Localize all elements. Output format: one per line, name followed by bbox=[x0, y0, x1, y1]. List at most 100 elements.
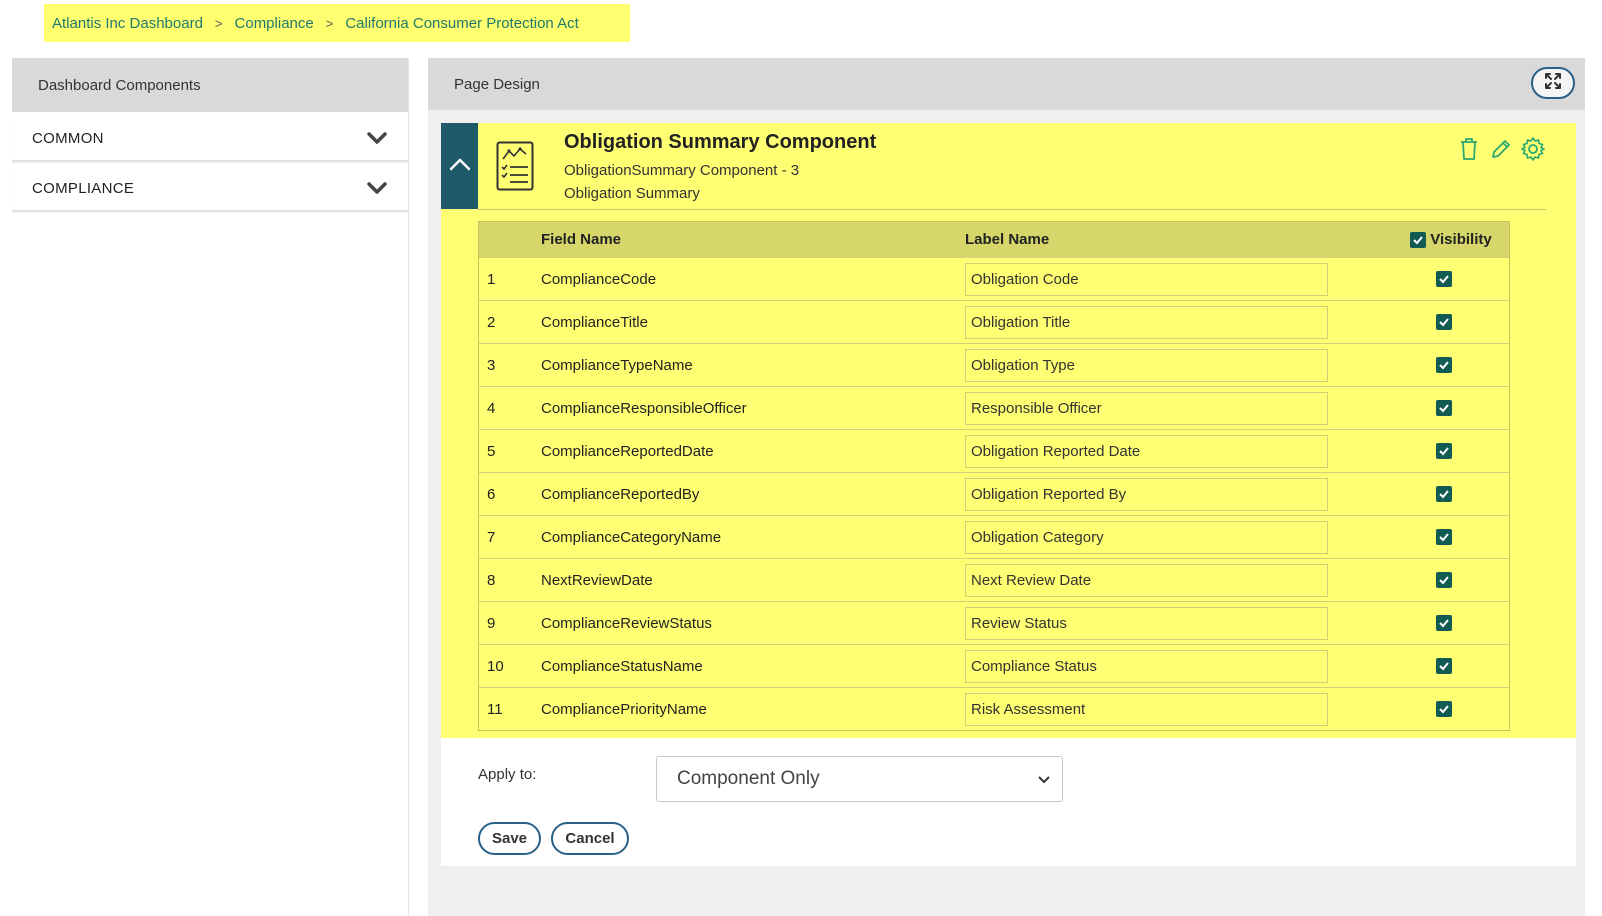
field-grid: Field Name Label Name Visibility 1 Compli… bbox=[478, 221, 1510, 731]
sidebar-item-label: COMPLIANCE bbox=[32, 179, 135, 197]
row-number: 6 bbox=[487, 485, 496, 503]
expand-icon bbox=[1544, 72, 1562, 94]
label-cell bbox=[965, 477, 1329, 511]
field-name: ComplianceResponsibleOfficer bbox=[541, 399, 747, 417]
visibility-checkbox[interactable] bbox=[1436, 615, 1452, 631]
label-name-input[interactable] bbox=[965, 262, 1328, 296]
field-name: ComplianceReportedDate bbox=[541, 442, 714, 460]
visibility-checkbox[interactable] bbox=[1436, 701, 1452, 717]
component-description: Obligation Summary bbox=[564, 185, 700, 202]
label-name-input[interactable] bbox=[965, 606, 1328, 640]
table-row: 10 ComplianceStatusName bbox=[479, 644, 1509, 687]
label-name-input[interactable] bbox=[965, 434, 1328, 468]
field-name: ComplianceTitle bbox=[541, 313, 648, 331]
header-visibility: Visibility bbox=[1329, 231, 1509, 248]
gear-icon[interactable] bbox=[1520, 135, 1546, 163]
table-row: 7 ComplianceCategoryName bbox=[479, 515, 1509, 558]
visibility-cell bbox=[1329, 271, 1509, 287]
visibility-checkbox[interactable] bbox=[1436, 658, 1452, 674]
visibility-checkbox[interactable] bbox=[1436, 400, 1452, 416]
visibility-checkbox[interactable] bbox=[1436, 271, 1452, 287]
visibility-header-label: Visibility bbox=[1430, 231, 1492, 248]
visibility-cell bbox=[1329, 701, 1509, 717]
visibility-checkbox[interactable] bbox=[1436, 486, 1452, 502]
pencil-icon[interactable] bbox=[1488, 135, 1514, 163]
trash-icon[interactable] bbox=[1456, 135, 1482, 163]
visibility-cell bbox=[1329, 443, 1509, 459]
apply-to-select[interactable]: Component Only bbox=[656, 756, 1063, 802]
collapse-button[interactable] bbox=[441, 123, 478, 209]
label-name-input[interactable] bbox=[965, 391, 1328, 425]
label-cell bbox=[965, 305, 1329, 339]
visibility-cell bbox=[1329, 658, 1509, 674]
obligation-summary-component: Obligation Summary Component ObligationS… bbox=[441, 123, 1576, 738]
breadcrumb-separator: > bbox=[325, 15, 334, 31]
visibility-cell bbox=[1329, 400, 1509, 416]
apply-to-label: Apply to: bbox=[478, 766, 537, 783]
page-title: Page Design bbox=[454, 75, 540, 93]
visibility-checkbox[interactable] bbox=[1436, 314, 1452, 330]
label-cell bbox=[965, 391, 1329, 425]
chart-list-icon bbox=[496, 141, 534, 191]
breadcrumb: Atlantis Inc Dashboard > Compliance > Ca… bbox=[44, 4, 630, 42]
visibility-cell bbox=[1329, 615, 1509, 631]
breadcrumb-compliance-link[interactable]: Compliance bbox=[235, 15, 314, 32]
label-name-input[interactable] bbox=[965, 563, 1328, 597]
visibility-checkbox[interactable] bbox=[1436, 572, 1452, 588]
table-row: 8 NextReviewDate bbox=[479, 558, 1509, 601]
chevron-down-icon[interactable] bbox=[366, 177, 388, 199]
visibility-checkbox[interactable] bbox=[1436, 443, 1452, 459]
table-row: 11 CompliancePriorityName bbox=[479, 687, 1509, 730]
page-design-panel: Page Design Obligation Summary Component… bbox=[428, 58, 1585, 916]
label-name-input[interactable] bbox=[965, 477, 1328, 511]
cancel-button[interactable]: Cancel bbox=[551, 822, 629, 855]
label-name-input[interactable] bbox=[965, 692, 1328, 726]
header-field-name: Field Name bbox=[541, 231, 622, 248]
chevron-down-icon[interactable] bbox=[366, 127, 388, 149]
component-title: Obligation Summary Component bbox=[564, 131, 877, 153]
label-cell bbox=[965, 520, 1329, 554]
row-number: 10 bbox=[487, 657, 504, 675]
table-row: 6 ComplianceReportedBy bbox=[479, 472, 1509, 515]
visibility-all-checkbox[interactable] bbox=[1410, 231, 1427, 248]
table-row: 9 ComplianceReviewStatus bbox=[479, 601, 1509, 644]
label-cell bbox=[965, 348, 1329, 382]
save-button[interactable]: Save bbox=[478, 822, 541, 855]
field-name: ComplianceReviewStatus bbox=[541, 614, 712, 632]
visibility-cell bbox=[1329, 486, 1509, 502]
page-design-header: Page Design bbox=[428, 58, 1585, 110]
row-number: 2 bbox=[487, 313, 496, 331]
field-name: NextReviewDate bbox=[541, 571, 653, 589]
label-name-input[interactable] bbox=[965, 348, 1328, 382]
visibility-checkbox[interactable] bbox=[1436, 357, 1452, 373]
header-label-name: Label Name bbox=[965, 231, 1050, 248]
label-cell bbox=[965, 563, 1329, 597]
visibility-cell bbox=[1329, 529, 1509, 545]
row-number: 8 bbox=[487, 571, 496, 589]
row-number: 7 bbox=[487, 528, 496, 546]
field-name: ComplianceCategoryName bbox=[541, 528, 722, 546]
visibility-cell bbox=[1329, 314, 1509, 330]
expand-button[interactable] bbox=[1531, 67, 1575, 99]
row-number: 11 bbox=[487, 700, 503, 718]
component-divider bbox=[478, 209, 1546, 210]
sidebar-item-common[interactable]: COMMON bbox=[12, 116, 408, 162]
sidebar-item-compliance[interactable]: COMPLIANCE bbox=[12, 166, 408, 212]
field-name: ComplianceTypeName bbox=[541, 356, 693, 374]
sidebar-item-label: COMMON bbox=[32, 129, 104, 147]
breadcrumb-current-page[interactable]: California Consumer Protection Act bbox=[345, 15, 578, 32]
table-row: 3 ComplianceTypeName bbox=[479, 343, 1509, 386]
dashboard-components-sidebar: Dashboard Components COMMON COMPLIANCE bbox=[12, 58, 409, 916]
row-number: 9 bbox=[487, 614, 496, 632]
table-row: 1 ComplianceCode bbox=[479, 257, 1509, 300]
field-name: ComplianceCode bbox=[541, 270, 657, 288]
row-number: 4 bbox=[487, 399, 496, 417]
label-name-input[interactable] bbox=[965, 649, 1328, 683]
label-name-input[interactable] bbox=[965, 520, 1328, 554]
label-cell bbox=[965, 262, 1329, 296]
field-name: ComplianceReportedBy bbox=[541, 485, 700, 503]
visibility-checkbox[interactable] bbox=[1436, 529, 1452, 545]
label-name-input[interactable] bbox=[965, 305, 1328, 339]
breadcrumb-dashboard-link[interactable]: Atlantis Inc Dashboard bbox=[52, 15, 203, 32]
grid-header-row: Field Name Label Name Visibility bbox=[479, 222, 1509, 257]
